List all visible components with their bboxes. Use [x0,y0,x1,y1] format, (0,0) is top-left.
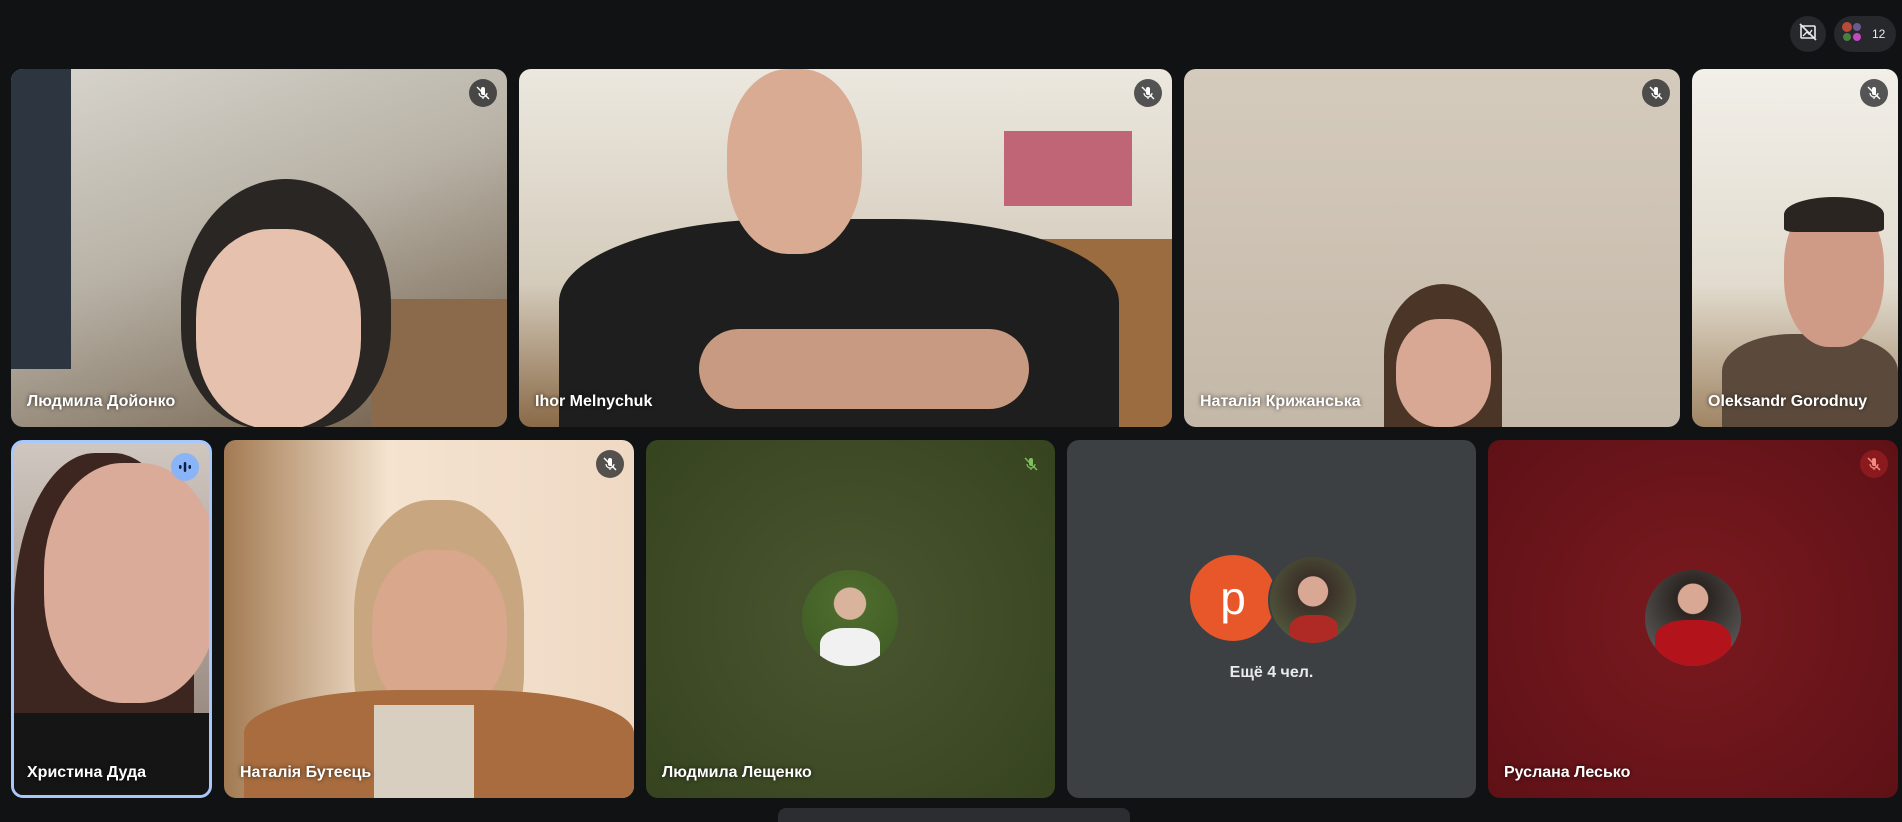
camera-off-tile[interactable]: Людмила Лещенко [646,440,1055,798]
mic-off-icon [1024,457,1038,471]
mic-off-icon [1141,86,1155,100]
participant-video [14,443,209,795]
participant-video [1692,69,1898,427]
mic-off-indicator [1642,79,1670,107]
participant-name: Ihor Melnychuk [535,393,653,410]
participant-avatar [802,570,898,666]
participant-video [519,69,1172,427]
video-tile[interactable]: Oleksandr Gorodnuy [1692,69,1898,427]
mic-off-indicator [1860,79,1888,107]
mic-off-icon [476,86,490,100]
participant-name: Наталія Крижанська [1200,393,1361,410]
camera-off-tile[interactable]: Руслана Лесько [1488,440,1898,798]
people-avatars-icon [1840,20,1864,49]
participant-name: Руслана Лесько [1504,764,1631,781]
participant-name: Христина Дуда [27,764,147,781]
layout-toggle-button[interactable] [1790,16,1826,52]
mic-off-indicator [1860,450,1888,478]
more-participants-label: Ещё 4 чел. [1229,664,1314,681]
audio-wave-icon [179,462,191,472]
participant-video [11,69,507,427]
mic-off-icon [1867,86,1881,100]
participant-count: 12 [1872,27,1886,41]
participant-name: Oleksandr Gorodnuy [1708,393,1868,410]
mic-off-indicator [1134,79,1162,107]
video-tile[interactable]: Людмила Дойонко [11,69,507,427]
controls-bar-handle[interactable] [778,808,1130,822]
frame-off-icon [1798,22,1818,47]
mic-off-indicator [596,450,624,478]
participant-name: Людмила Лещенко [662,764,812,781]
mic-off-icon [1649,86,1663,100]
mic-off-icon [1867,457,1881,471]
participant-name: Людмила Дойонко [27,393,176,410]
participant-video [1184,69,1680,427]
mic-off-indicator [469,79,497,107]
mic-off-icon [603,457,617,471]
participant-name: Наталія Бутеєць [240,764,372,781]
participant-avatar [1645,570,1741,666]
participant-video [224,440,634,798]
video-tile[interactable]: Ihor Melnychuk [519,69,1172,427]
top-bar: 12 [0,0,1902,68]
participant-avatar-letter: p [1190,555,1276,641]
video-tile[interactable]: Наталія Бутеєць [224,440,634,798]
participant-avatar [1268,555,1358,645]
avatar-letter: p [1220,572,1246,624]
speaking-indicator [171,453,199,481]
video-tile-active-speaker[interactable]: Христина Дуда [11,440,212,798]
mic-off-indicator [1017,450,1045,478]
participants-button[interactable]: 12 [1834,16,1896,52]
more-participants-tile[interactable]: p Ещё 4 чел. [1067,440,1476,798]
video-tile[interactable]: Наталія Крижанська [1184,69,1680,427]
